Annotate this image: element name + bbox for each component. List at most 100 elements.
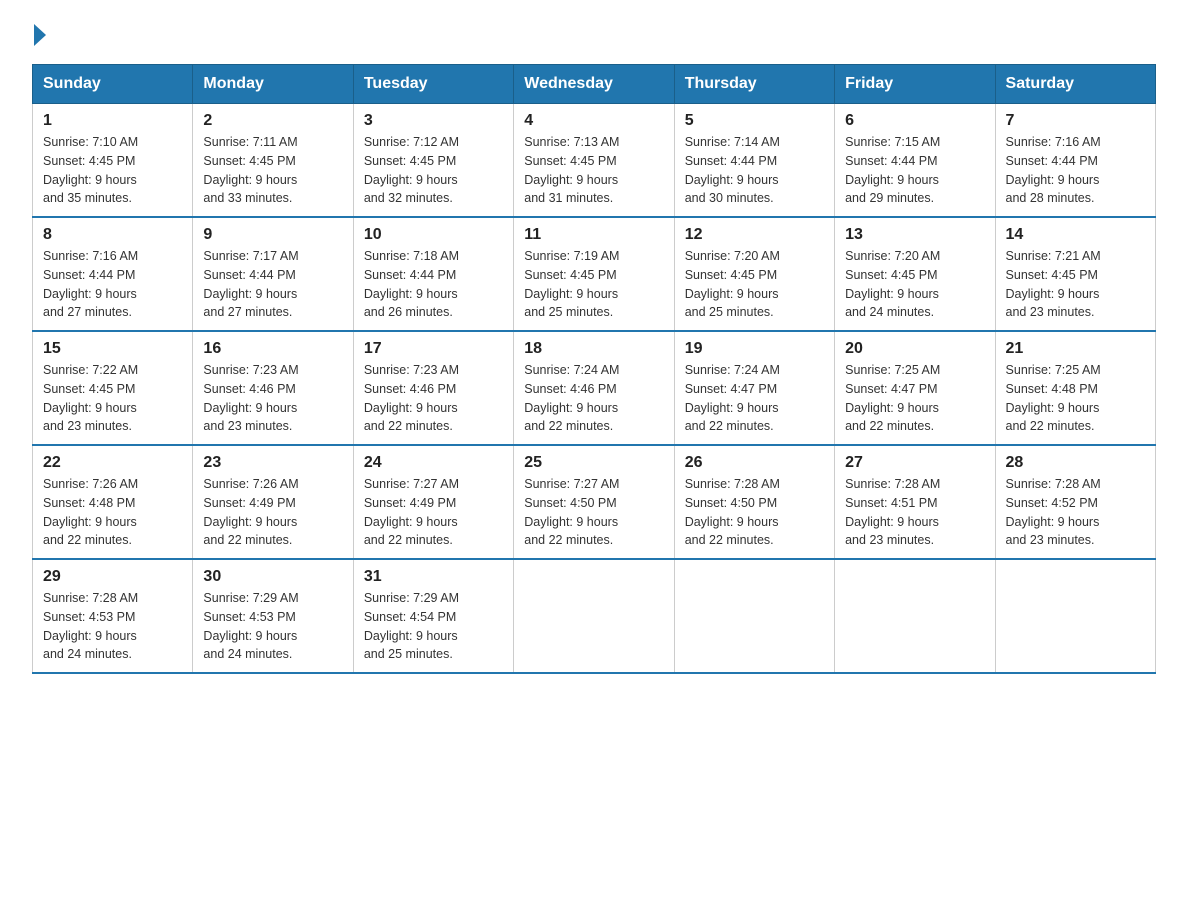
calendar-cell: 15 Sunrise: 7:22 AMSunset: 4:45 PMDaylig… [33,331,193,445]
calendar-week-row: 29 Sunrise: 7:28 AMSunset: 4:53 PMDaylig… [33,559,1156,673]
day-number: 27 [845,454,984,472]
day-info: Sunrise: 7:27 AMSunset: 4:50 PMDaylight:… [524,477,619,547]
calendar-cell: 24 Sunrise: 7:27 AMSunset: 4:49 PMDaylig… [353,445,513,559]
day-info: Sunrise: 7:20 AMSunset: 4:45 PMDaylight:… [845,249,940,319]
calendar-header-friday: Friday [835,65,995,104]
calendar-header-wednesday: Wednesday [514,65,674,104]
calendar-cell: 3 Sunrise: 7:12 AMSunset: 4:45 PMDayligh… [353,104,513,218]
day-info: Sunrise: 7:28 AMSunset: 4:52 PMDaylight:… [1006,477,1101,547]
day-number: 28 [1006,454,1145,472]
day-number: 21 [1006,340,1145,358]
calendar-cell: 10 Sunrise: 7:18 AMSunset: 4:44 PMDaylig… [353,217,513,331]
calendar-cell: 11 Sunrise: 7:19 AMSunset: 4:45 PMDaylig… [514,217,674,331]
day-info: Sunrise: 7:16 AMSunset: 4:44 PMDaylight:… [1006,135,1101,205]
calendar-week-row: 8 Sunrise: 7:16 AMSunset: 4:44 PMDayligh… [33,217,1156,331]
day-number: 14 [1006,226,1145,244]
day-info: Sunrise: 7:27 AMSunset: 4:49 PMDaylight:… [364,477,459,547]
logo-triangle-icon [34,24,46,46]
calendar-cell [514,559,674,673]
logo-blue-box [32,24,48,46]
calendar-cell: 12 Sunrise: 7:20 AMSunset: 4:45 PMDaylig… [674,217,834,331]
day-info: Sunrise: 7:28 AMSunset: 4:53 PMDaylight:… [43,591,138,661]
day-info: Sunrise: 7:13 AMSunset: 4:45 PMDaylight:… [524,135,619,205]
day-number: 10 [364,226,503,244]
day-info: Sunrise: 7:26 AMSunset: 4:48 PMDaylight:… [43,477,138,547]
day-number: 3 [364,112,503,130]
calendar-week-row: 15 Sunrise: 7:22 AMSunset: 4:45 PMDaylig… [33,331,1156,445]
calendar-cell [835,559,995,673]
day-number: 20 [845,340,984,358]
calendar-table: SundayMondayTuesdayWednesdayThursdayFrid… [32,64,1156,674]
day-number: 5 [685,112,824,130]
calendar-cell: 7 Sunrise: 7:16 AMSunset: 4:44 PMDayligh… [995,104,1155,218]
calendar-cell: 27 Sunrise: 7:28 AMSunset: 4:51 PMDaylig… [835,445,995,559]
calendar-header-thursday: Thursday [674,65,834,104]
calendar-cell: 26 Sunrise: 7:28 AMSunset: 4:50 PMDaylig… [674,445,834,559]
calendar-cell: 18 Sunrise: 7:24 AMSunset: 4:46 PMDaylig… [514,331,674,445]
day-info: Sunrise: 7:16 AMSunset: 4:44 PMDaylight:… [43,249,138,319]
calendar-header-tuesday: Tuesday [353,65,513,104]
day-info: Sunrise: 7:19 AMSunset: 4:45 PMDaylight:… [524,249,619,319]
calendar-cell [995,559,1155,673]
day-number: 4 [524,112,663,130]
day-info: Sunrise: 7:29 AMSunset: 4:53 PMDaylight:… [203,591,298,661]
calendar-cell: 30 Sunrise: 7:29 AMSunset: 4:53 PMDaylig… [193,559,353,673]
day-info: Sunrise: 7:14 AMSunset: 4:44 PMDaylight:… [685,135,780,205]
day-info: Sunrise: 7:22 AMSunset: 4:45 PMDaylight:… [43,363,138,433]
calendar-cell: 17 Sunrise: 7:23 AMSunset: 4:46 PMDaylig… [353,331,513,445]
day-number: 2 [203,112,342,130]
day-info: Sunrise: 7:10 AMSunset: 4:45 PMDaylight:… [43,135,138,205]
calendar-cell: 28 Sunrise: 7:28 AMSunset: 4:52 PMDaylig… [995,445,1155,559]
day-info: Sunrise: 7:25 AMSunset: 4:48 PMDaylight:… [1006,363,1101,433]
calendar-cell: 23 Sunrise: 7:26 AMSunset: 4:49 PMDaylig… [193,445,353,559]
day-number: 17 [364,340,503,358]
day-number: 25 [524,454,663,472]
day-info: Sunrise: 7:18 AMSunset: 4:44 PMDaylight:… [364,249,459,319]
calendar-cell: 25 Sunrise: 7:27 AMSunset: 4:50 PMDaylig… [514,445,674,559]
day-info: Sunrise: 7:15 AMSunset: 4:44 PMDaylight:… [845,135,940,205]
calendar-week-row: 22 Sunrise: 7:26 AMSunset: 4:48 PMDaylig… [33,445,1156,559]
calendar-cell: 5 Sunrise: 7:14 AMSunset: 4:44 PMDayligh… [674,104,834,218]
calendar-header-monday: Monday [193,65,353,104]
calendar-cell: 14 Sunrise: 7:21 AMSunset: 4:45 PMDaylig… [995,217,1155,331]
day-info: Sunrise: 7:24 AMSunset: 4:46 PMDaylight:… [524,363,619,433]
day-number: 22 [43,454,182,472]
day-number: 9 [203,226,342,244]
calendar-week-row: 1 Sunrise: 7:10 AMSunset: 4:45 PMDayligh… [33,104,1156,218]
day-number: 15 [43,340,182,358]
calendar-header-sunday: Sunday [33,65,193,104]
calendar-cell [674,559,834,673]
day-number: 29 [43,568,182,586]
calendar-cell: 22 Sunrise: 7:26 AMSunset: 4:48 PMDaylig… [33,445,193,559]
day-info: Sunrise: 7:23 AMSunset: 4:46 PMDaylight:… [203,363,298,433]
day-number: 13 [845,226,984,244]
calendar-cell: 8 Sunrise: 7:16 AMSunset: 4:44 PMDayligh… [33,217,193,331]
calendar-cell: 16 Sunrise: 7:23 AMSunset: 4:46 PMDaylig… [193,331,353,445]
calendar-cell: 9 Sunrise: 7:17 AMSunset: 4:44 PMDayligh… [193,217,353,331]
day-number: 23 [203,454,342,472]
day-number: 7 [1006,112,1145,130]
day-number: 19 [685,340,824,358]
day-number: 18 [524,340,663,358]
day-info: Sunrise: 7:11 AMSunset: 4:45 PMDaylight:… [203,135,297,205]
day-number: 1 [43,112,182,130]
day-number: 31 [364,568,503,586]
day-number: 26 [685,454,824,472]
calendar-cell: 4 Sunrise: 7:13 AMSunset: 4:45 PMDayligh… [514,104,674,218]
calendar-cell: 6 Sunrise: 7:15 AMSunset: 4:44 PMDayligh… [835,104,995,218]
day-info: Sunrise: 7:17 AMSunset: 4:44 PMDaylight:… [203,249,298,319]
calendar-cell: 13 Sunrise: 7:20 AMSunset: 4:45 PMDaylig… [835,217,995,331]
day-info: Sunrise: 7:29 AMSunset: 4:54 PMDaylight:… [364,591,459,661]
day-number: 11 [524,226,663,244]
calendar-header-row: SundayMondayTuesdayWednesdayThursdayFrid… [33,65,1156,104]
day-number: 8 [43,226,182,244]
day-info: Sunrise: 7:24 AMSunset: 4:47 PMDaylight:… [685,363,780,433]
day-info: Sunrise: 7:21 AMSunset: 4:45 PMDaylight:… [1006,249,1101,319]
calendar-cell: 2 Sunrise: 7:11 AMSunset: 4:45 PMDayligh… [193,104,353,218]
calendar-cell: 21 Sunrise: 7:25 AMSunset: 4:48 PMDaylig… [995,331,1155,445]
day-info: Sunrise: 7:12 AMSunset: 4:45 PMDaylight:… [364,135,459,205]
calendar-cell: 29 Sunrise: 7:28 AMSunset: 4:53 PMDaylig… [33,559,193,673]
day-number: 24 [364,454,503,472]
day-number: 6 [845,112,984,130]
calendar-cell: 1 Sunrise: 7:10 AMSunset: 4:45 PMDayligh… [33,104,193,218]
